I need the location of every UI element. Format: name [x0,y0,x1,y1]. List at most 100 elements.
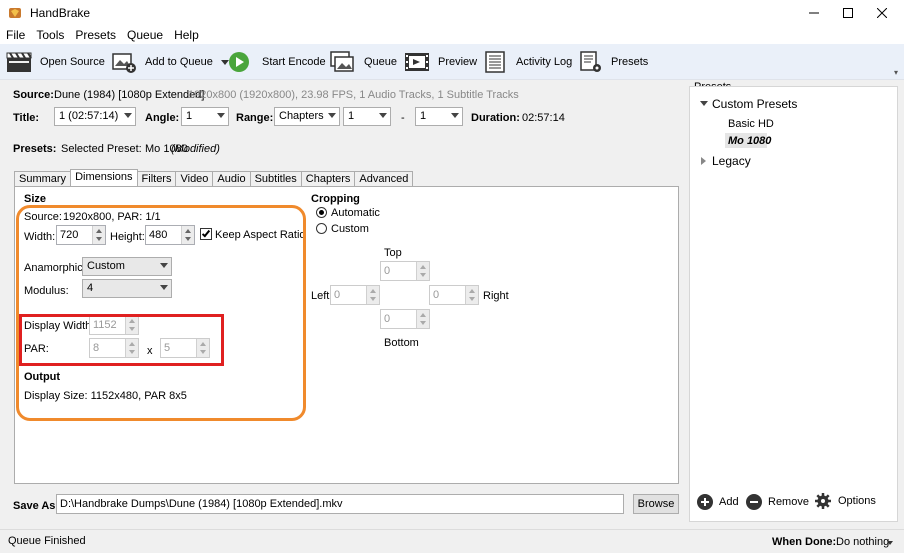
arrow-down-icon [420,273,426,277]
menu-presets[interactable]: Presets [69,28,121,42]
presets-label: Presets [611,56,649,68]
preset-item-basic-hd[interactable]: Basic HD [728,118,774,130]
save-as-path-input[interactable]: D:\Handbrake Dumps\Dune (1984) [1080p Ex… [56,494,624,514]
crop-custom-label: Custom [331,223,369,235]
close-icon [877,8,887,18]
add-preset-label: Add [719,496,739,508]
range-separator: - [401,112,405,124]
chevron-down-icon [451,113,459,118]
toolbar: Open Source Add to Queue Start Encode Qu… [0,44,904,80]
crop-top-stepper[interactable] [416,262,429,280]
range-end-select[interactable]: 1 [415,107,463,126]
crop-automatic-radio[interactable] [316,207,327,218]
preset-modified-flag: (Modified) [171,143,220,155]
browse-button[interactable]: Browse [633,494,679,514]
menu-file[interactable]: File [0,28,30,42]
activity-log-label: Activity Log [516,56,573,68]
tab-filters[interactable]: Filters [136,171,177,186]
add-circle-icon [697,494,713,510]
queue-button[interactable]: Queue [330,44,397,80]
activity-log-icon [485,51,505,73]
add-to-queue-icon [112,53,136,73]
menu-tools[interactable]: Tools [30,28,69,42]
toolbar-overflow-icon[interactable]: ▾ [894,68,898,77]
duration-label: Duration: [471,112,520,124]
add-to-queue-label: Add to Queue [145,56,213,68]
preset-options-button[interactable]: Options [815,493,876,509]
crop-right-label: Right [483,290,509,302]
menu-bar: File Tools Presets Queue Help [0,26,904,44]
status-text: Queue Finished [8,535,86,547]
source-info: 1920x800 (1920x800), 23.98 FPS, 1 Audio … [188,89,519,101]
clapperboard-icon [6,52,32,72]
start-encode-button[interactable]: Start Encode [228,44,326,80]
crop-left-stepper[interactable] [366,286,379,304]
angle-label: Angle: [145,112,180,124]
range-type-select[interactable]: Chapters [274,107,340,126]
tab-advanced[interactable]: Advanced [354,171,414,186]
tab-audio[interactable]: Audio [212,171,251,186]
handbrake-app-icon [9,8,21,18]
crop-left-input[interactable]: 0 [330,285,380,305]
title-select[interactable]: 1 (02:57:14) [54,107,136,126]
play-icon [229,52,249,72]
chevron-down-icon [217,113,225,118]
minimize-button[interactable] [796,0,832,26]
crop-top-input[interactable]: 0 [380,261,430,281]
duration-value: 02:57:14 [522,112,565,124]
status-bar: Queue Finished When Done: Do nothing [0,529,904,553]
tab-video[interactable]: Video [175,171,214,186]
tab-strip: Summary Dimensions Filters Video Audio S… [14,169,414,186]
chevron-down-icon[interactable] [887,541,893,545]
preset-group-custom[interactable]: Custom Presets [712,97,797,111]
arrow-up-icon [469,289,475,293]
open-source-button[interactable]: Open Source [6,44,105,80]
chevron-down-icon [328,113,336,118]
close-button[interactable] [864,0,900,26]
crop-right-input[interactable]: 0 [429,285,479,305]
maximize-button[interactable] [830,0,866,26]
size-heading: Size [24,193,47,205]
crop-bottom-stepper[interactable] [416,310,429,328]
add-to-queue-button[interactable]: Add to Queue [111,44,229,80]
presets-row-label: Presets: [13,143,57,155]
tab-chapters[interactable]: Chapters [300,171,356,186]
crop-custom-radio[interactable] [316,223,327,234]
chevron-down-icon [379,113,387,118]
activity-log-button[interactable]: Activity Log [484,44,572,80]
add-preset-button[interactable]: Add [697,494,739,510]
arrow-down-icon [420,321,426,325]
range-start-select[interactable]: 1 [343,107,391,126]
presets-settings-icon [580,51,601,72]
preset-item-mo-1080[interactable]: Mo 1080 [728,135,771,147]
tab-summary[interactable]: Summary [14,171,72,186]
menu-queue[interactable]: Queue [121,28,168,42]
open-source-label: Open Source [40,56,105,68]
preview-button[interactable]: Preview [404,44,477,80]
gear-icon [815,493,831,509]
minimize-icon [809,12,819,14]
tab-dimensions[interactable]: Dimensions [70,169,138,186]
maximize-icon [843,8,853,18]
when-done-label: When Done: [772,536,837,548]
remove-preset-button[interactable]: Remove [746,494,809,510]
preset-group-legacy[interactable]: Legacy [712,154,751,168]
preset-panel [689,86,898,522]
crop-bottom-input[interactable]: 0 [380,309,430,329]
when-done-select[interactable]: Do nothing [836,536,889,548]
angle-select[interactable]: 1 [181,107,229,126]
chevron-down-icon [124,113,132,118]
expand-right-icon[interactable] [701,157,706,165]
cropping-heading: Cropping [311,193,360,205]
window-title: HandBrake [30,6,91,20]
queue-label: Queue [364,56,398,68]
presets-button[interactable]: Presets [579,44,648,80]
tab-subtitles[interactable]: Subtitles [249,171,302,186]
range-label: Range: [236,112,274,124]
menu-help[interactable]: Help [168,28,204,42]
arrow-down-icon [370,297,376,301]
crop-right-stepper[interactable] [465,286,478,304]
expand-down-icon[interactable] [700,101,708,106]
arrow-up-icon [420,313,426,317]
preset-options-label: Options [838,495,876,507]
